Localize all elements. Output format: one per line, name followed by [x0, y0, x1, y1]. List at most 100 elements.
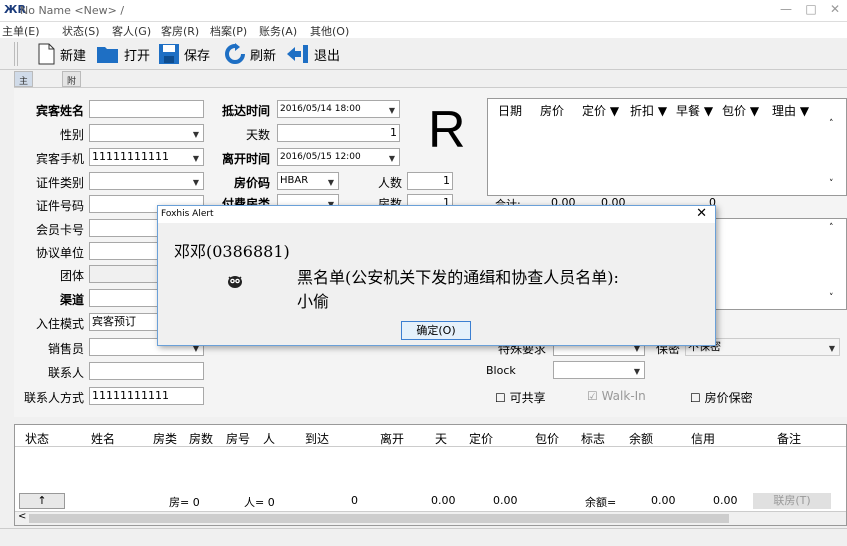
rate-col-discount[interactable]: 折扣 ▼ — [630, 102, 667, 119]
contact-method-label: 联系人方式 — [23, 391, 84, 405]
menu-account[interactable]: 账务(A) — [259, 23, 297, 39]
maximize-button[interactable]: □ — [800, 2, 822, 18]
scroll-left-icon[interactable]: < — [18, 511, 26, 522]
walkin-label: Walk-In — [601, 389, 646, 403]
scroll-down-icon[interactable]: ˅ — [829, 179, 834, 189]
menu-main[interactable]: 主单(E) — [2, 23, 40, 39]
mobile-value: 11111111111 — [92, 150, 169, 163]
depart-time-value: 2016/05/15 12:00 — [280, 152, 361, 162]
new-button[interactable]: 新建 — [36, 43, 86, 65]
gender-label: 性别 — [59, 128, 84, 142]
save-disk-icon — [159, 44, 179, 64]
tab-main-info[interactable]: 主要信息 — [14, 71, 34, 126]
persons-input[interactable]: 1 — [407, 172, 453, 190]
block-select[interactable]: ▼ — [553, 361, 645, 379]
rate-col-date[interactable]: 日期 — [498, 102, 522, 119]
minimize-button[interactable]: — — [775, 2, 797, 18]
arrive-time-input[interactable]: 2016/05/14 18:00 ▼ — [277, 100, 400, 118]
depart-time-input[interactable]: 2016/05/15 12:00 ▼ — [277, 148, 400, 166]
status-bar — [0, 528, 847, 546]
exit-icon — [287, 45, 308, 63]
save-button[interactable]: 保存 — [158, 43, 210, 65]
save-label: 保存 — [184, 48, 211, 64]
horizontal-scrollbar[interactable]: < — [15, 511, 846, 525]
col-room-type[interactable]: 房类 — [153, 430, 177, 447]
total-credit: 0.00 — [713, 494, 738, 507]
persons-value: 1 — [443, 174, 450, 187]
tab-extra-info[interactable]: 附加信息 — [62, 71, 82, 126]
close-button[interactable]: ✕ — [824, 2, 846, 18]
dialog-close-button[interactable]: ✕ — [696, 206, 707, 221]
checkin-mode-value: 宾客预订 — [92, 315, 136, 328]
persons-label: 人数 — [377, 176, 402, 190]
col-rate[interactable]: 定价 — [469, 430, 493, 447]
rate-col-price[interactable]: 房价 — [540, 102, 564, 119]
contact-method-input[interactable]: 11111111111 — [89, 387, 204, 405]
shareable-checkbox[interactable]: ☐ 可共享 — [495, 389, 546, 406]
col-room-no[interactable]: 房号 — [226, 430, 250, 447]
dialog-ok-button[interactable]: 确定(O) — [401, 321, 471, 340]
col-room-count[interactable]: 房数 — [189, 430, 213, 447]
dialog-message-line1: 黑名单(公安机关下发的通缉和协查人员名单): — [297, 268, 619, 287]
col-name[interactable]: 姓名 — [91, 430, 115, 447]
total-balance-label: 余额= — [585, 496, 617, 509]
col-days[interactable]: 天 — [435, 430, 447, 447]
title-bar: ЖR No Name <New> / — □ ✕ — [0, 0, 847, 22]
sort-up-button[interactable]: ↑ — [19, 493, 65, 509]
id-type-select[interactable]: ▼ — [89, 172, 204, 190]
menu-status[interactable]: 状态(S) — [62, 23, 100, 39]
walkin-checkbox[interactable]: ☑ Walk-In — [587, 389, 646, 403]
link-room-button[interactable]: 联房(T) — [753, 493, 831, 509]
id-type-label: 证件类别 — [35, 176, 84, 190]
col-arrive[interactable]: 到达 — [305, 430, 329, 447]
new-document-icon — [38, 43, 55, 65]
total-package: 0.00 — [493, 494, 518, 507]
rate-col-rate[interactable]: 定价 ▼ — [582, 102, 619, 119]
col-package[interactable]: 包价 — [535, 430, 559, 447]
refresh-button[interactable]: 刷新 — [224, 43, 276, 65]
exit-button[interactable]: 退出 — [286, 43, 340, 65]
days-input[interactable]: 1 — [277, 124, 400, 142]
checkin-mode-label: 入住模式 — [35, 317, 84, 331]
window-title: No Name <New> / — [20, 4, 125, 17]
scroll-up-icon[interactable]: ˄ — [829, 223, 834, 233]
col-persons[interactable]: 人 — [263, 430, 275, 447]
scroll-up-icon[interactable]: ˄ — [829, 119, 834, 129]
refresh-icon — [225, 43, 245, 64]
guest-name-label: 宾客姓名 — [35, 104, 84, 118]
rate-col-reason[interactable]: 理由 ▼ — [772, 102, 809, 119]
rate-col-package[interactable]: 包价 ▼ — [722, 102, 759, 119]
chevron-down-icon: ▼ — [633, 367, 640, 376]
scroll-down-icon[interactable]: ˅ — [829, 293, 834, 303]
chevron-down-icon: ▼ — [828, 344, 835, 353]
rate-grid: 日期 房价 定价 ▼ 折扣 ▼ 早餐 ▼ 包价 ▼ 理由 ▼ ˄ ˅ — [487, 98, 847, 196]
rate-secret-checkbox[interactable]: ☐ 房价保密 — [690, 389, 753, 406]
menu-archive[interactable]: 档案(P) — [210, 23, 247, 39]
room-type-letter: R — [428, 101, 466, 159]
gender-select[interactable]: ▼ — [89, 124, 204, 142]
col-flag[interactable]: 标志 — [581, 430, 605, 447]
id-number-label: 证件号码 — [35, 199, 84, 213]
rate-secret-label: 房价保密 — [704, 391, 753, 405]
dialog-title-bar: Foxhis Alert ✕ — [158, 206, 715, 223]
col-remark[interactable]: 备注 — [777, 430, 801, 447]
col-credit[interactable]: 信用 — [691, 430, 715, 447]
menu-room[interactable]: 客房(R) — [161, 23, 199, 39]
block-label: Block — [486, 364, 516, 377]
menu-other[interactable]: 其他(O) — [310, 23, 349, 39]
scroll-thumb[interactable] — [29, 514, 729, 523]
open-button[interactable]: 打开 — [96, 43, 150, 65]
rate-code-value: HBAR — [280, 175, 309, 186]
total-rooms: 房= 0 — [169, 496, 200, 509]
col-status[interactable]: 状态 — [25, 430, 49, 447]
total-persons: 人= 0 — [244, 496, 275, 509]
contact-input[interactable] — [89, 362, 204, 380]
col-balance[interactable]: 余额 — [629, 430, 653, 447]
new-label: 新建 — [60, 48, 87, 64]
menu-guest[interactable]: 客人(G) — [112, 23, 151, 39]
col-depart[interactable]: 离开 — [380, 430, 404, 447]
rate-col-breakfast[interactable]: 早餐 ▼ — [676, 102, 713, 119]
agreement-unit-label: 协议单位 — [35, 246, 84, 260]
guest-name-input[interactable] — [89, 100, 204, 118]
mobile-input[interactable]: 11111111111 ▼ — [89, 148, 204, 166]
